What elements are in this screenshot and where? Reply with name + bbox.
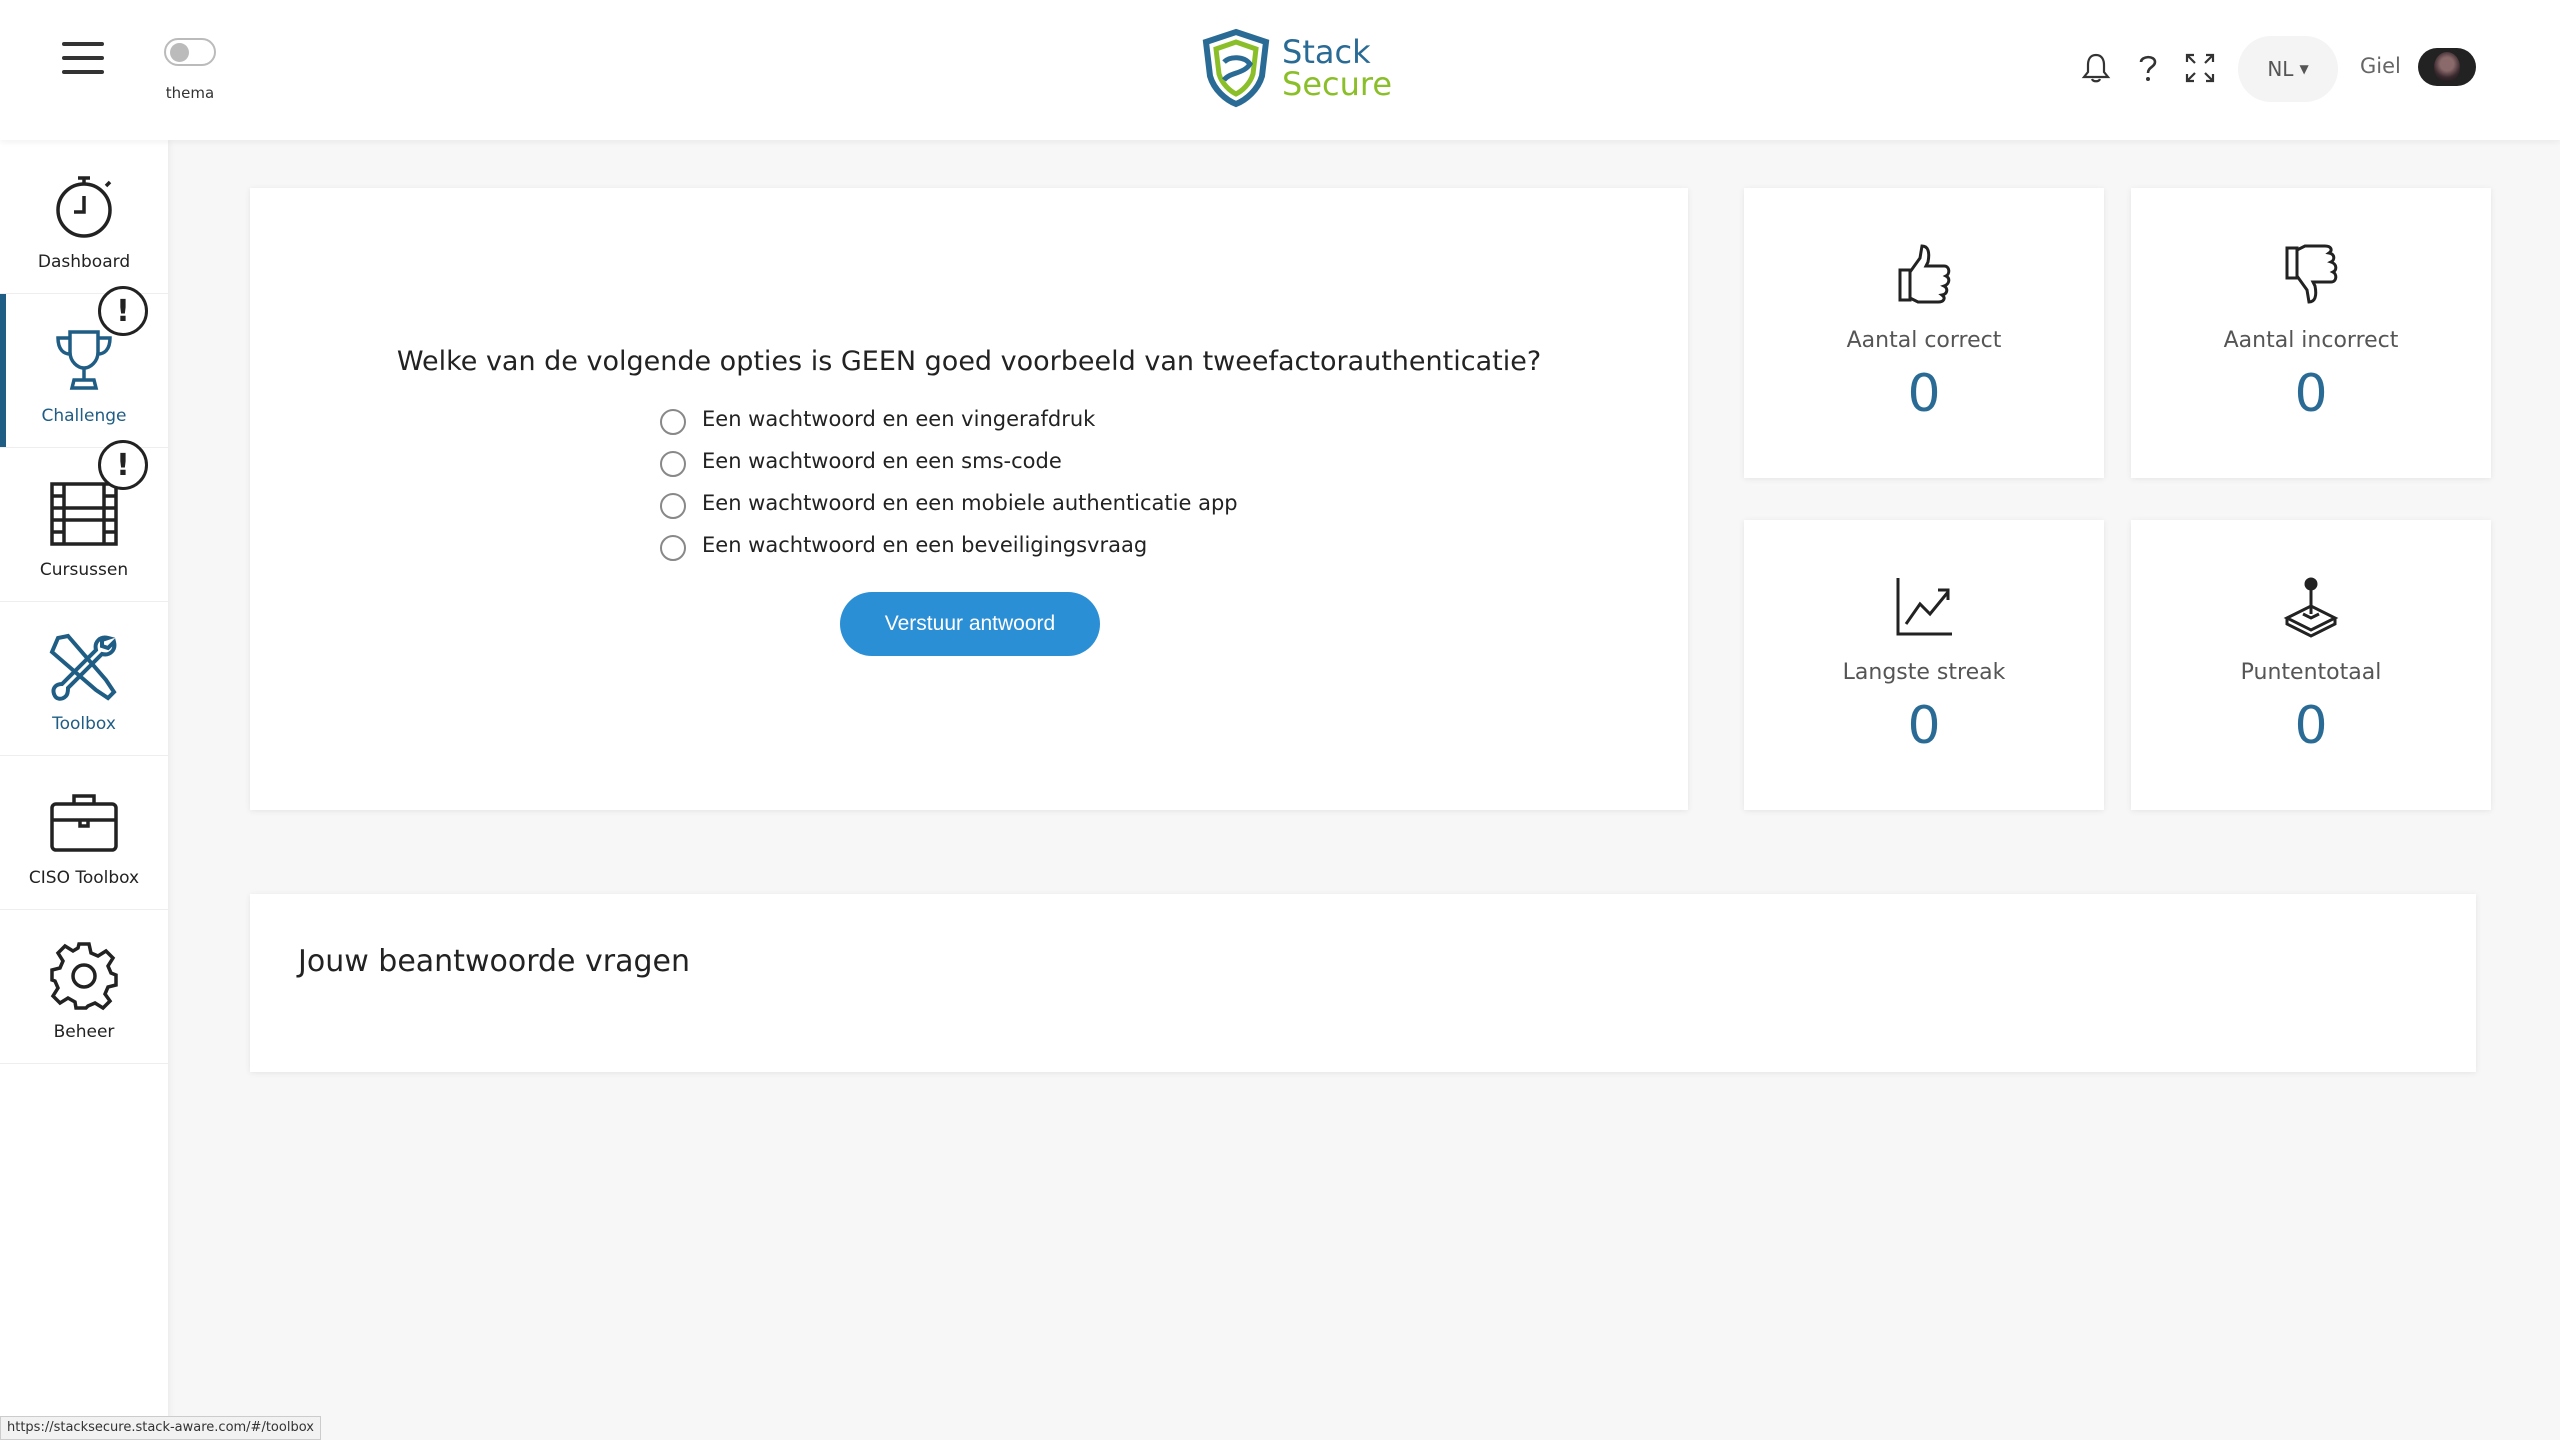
option-label: Een wachtwoord en een beveiligingsvraag [702, 533, 1148, 557]
avatar-image [2434, 52, 2460, 82]
active-indicator [0, 294, 6, 447]
sidebar-item-label: CISO Toolbox [28, 868, 140, 888]
sidebar-item-label: Toolbox [52, 714, 116, 734]
sidebar-item-label: Cursussen [39, 560, 129, 580]
caret-down-icon: ▼ [2299, 62, 2309, 76]
answer-option[interactable]: Een wachtwoord en een sms-code [660, 440, 1238, 482]
sidebar-item-label: Dashboard [37, 252, 131, 272]
sidebar-item-label: Challenge [41, 406, 127, 426]
stat-value: 0 [2294, 364, 2328, 424]
theme-label: thema [165, 84, 215, 102]
stat-card-streak: Langste streak 0 [1744, 520, 2104, 810]
stopwatch-icon [56, 176, 112, 238]
sidebar-item-cursussen[interactable]: ! Cursussen [0, 440, 168, 602]
sidebar: Dashboard ! Challenge ! Cursussen Toolbo… [0, 140, 168, 1440]
sidebar-item-toolbox[interactable]: Toolbox [0, 602, 168, 756]
stat-label: Puntentotaal [2240, 660, 2382, 685]
briefcase-icon [50, 794, 118, 852]
alert-badge-icon: ! [98, 286, 148, 336]
sidebar-item-dashboard[interactable]: Dashboard [0, 140, 168, 294]
bell-icon[interactable] [2078, 50, 2114, 86]
top-icons [2078, 50, 2234, 86]
answer-option[interactable]: Een wachtwoord en een vingerafdruk [660, 398, 1238, 440]
thumbs-down-icon [2285, 244, 2338, 304]
shield-logo-icon [1202, 28, 1270, 108]
avatar[interactable] [2418, 48, 2476, 86]
question-text: Welke van de volgende opties is GEEN goe… [396, 346, 1542, 377]
radio-button[interactable] [660, 493, 686, 519]
stat-value: 0 [1907, 364, 1941, 424]
status-url: https://stacksecure.stack-aware.com/#/to… [0, 1416, 321, 1440]
stat-label: Langste streak [1842, 660, 2006, 685]
stat-card-incorrect: Aantal incorrect 0 [2131, 188, 2491, 478]
gear-icon [50, 942, 118, 1011]
option-label: Een wachtwoord en een vingerafdruk [702, 407, 1096, 431]
radio-button[interactable] [660, 409, 686, 435]
logo[interactable]: Stack Secure [1200, 28, 1392, 108]
answer-option[interactable]: Een wachtwoord en een mobiele authentica… [660, 482, 1238, 524]
trophy-icon [56, 330, 112, 390]
joystick-icon [2283, 577, 2339, 638]
logo-line2: Secure [1282, 65, 1393, 103]
question-card: Welke van de volgende opties is GEEN goe… [250, 188, 1688, 810]
top-bar: thema Stack Secure NL ▼ Giel [0, 0, 2560, 140]
answer-options: Een wachtwoord en een vingerafdruk Een w… [660, 398, 1238, 566]
stat-label: Aantal correct [1846, 328, 2002, 353]
radio-button[interactable] [660, 535, 686, 561]
language-dropdown[interactable]: NL ▼ [2238, 36, 2338, 102]
sidebar-item-beheer[interactable]: Beheer [0, 910, 168, 1064]
theme-toggle[interactable] [164, 38, 216, 66]
alert-badge-icon: ! [98, 440, 148, 490]
toggle-knob [170, 43, 189, 62]
stat-card-correct: Aantal correct 0 [1744, 188, 2104, 478]
stat-card-points: Puntentotaal 0 [2131, 520, 2491, 810]
thumbs-up-icon [1898, 244, 1951, 304]
stat-value: 0 [2294, 696, 2328, 756]
sidebar-item-ciso-toolbox[interactable]: CISO Toolbox [0, 756, 168, 910]
option-label: Een wachtwoord en een sms-code [702, 449, 1062, 473]
section-title: Jouw beantwoorde vragen [298, 944, 691, 979]
logo-text: Stack Secure [1282, 36, 1392, 100]
sidebar-item-label: Beheer [53, 1022, 115, 1042]
line-chart-icon [1896, 578, 1952, 636]
menu-icon[interactable] [62, 42, 104, 78]
tools-icon [49, 633, 117, 701]
help-icon[interactable] [2130, 50, 2166, 86]
stat-label: Aantal incorrect [2223, 328, 2399, 353]
language-value: NL [2267, 57, 2294, 81]
logo-line1: Stack [1282, 33, 1371, 71]
radio-button[interactable] [660, 451, 686, 477]
fullscreen-icon[interactable] [2182, 50, 2218, 86]
user-name: Giel [2360, 54, 2401, 78]
stat-value: 0 [1907, 696, 1941, 756]
answered-questions-card: Jouw beantwoorde vragen [250, 894, 2476, 1072]
option-label: Een wachtwoord en een mobiele authentica… [702, 491, 1238, 515]
sidebar-item-challenge[interactable]: ! Challenge [0, 286, 168, 448]
submit-answer-button[interactable]: Verstuur antwoord [840, 592, 1100, 656]
answer-option[interactable]: Een wachtwoord en een beveiligingsvraag [660, 524, 1238, 566]
film-icon [50, 482, 118, 546]
